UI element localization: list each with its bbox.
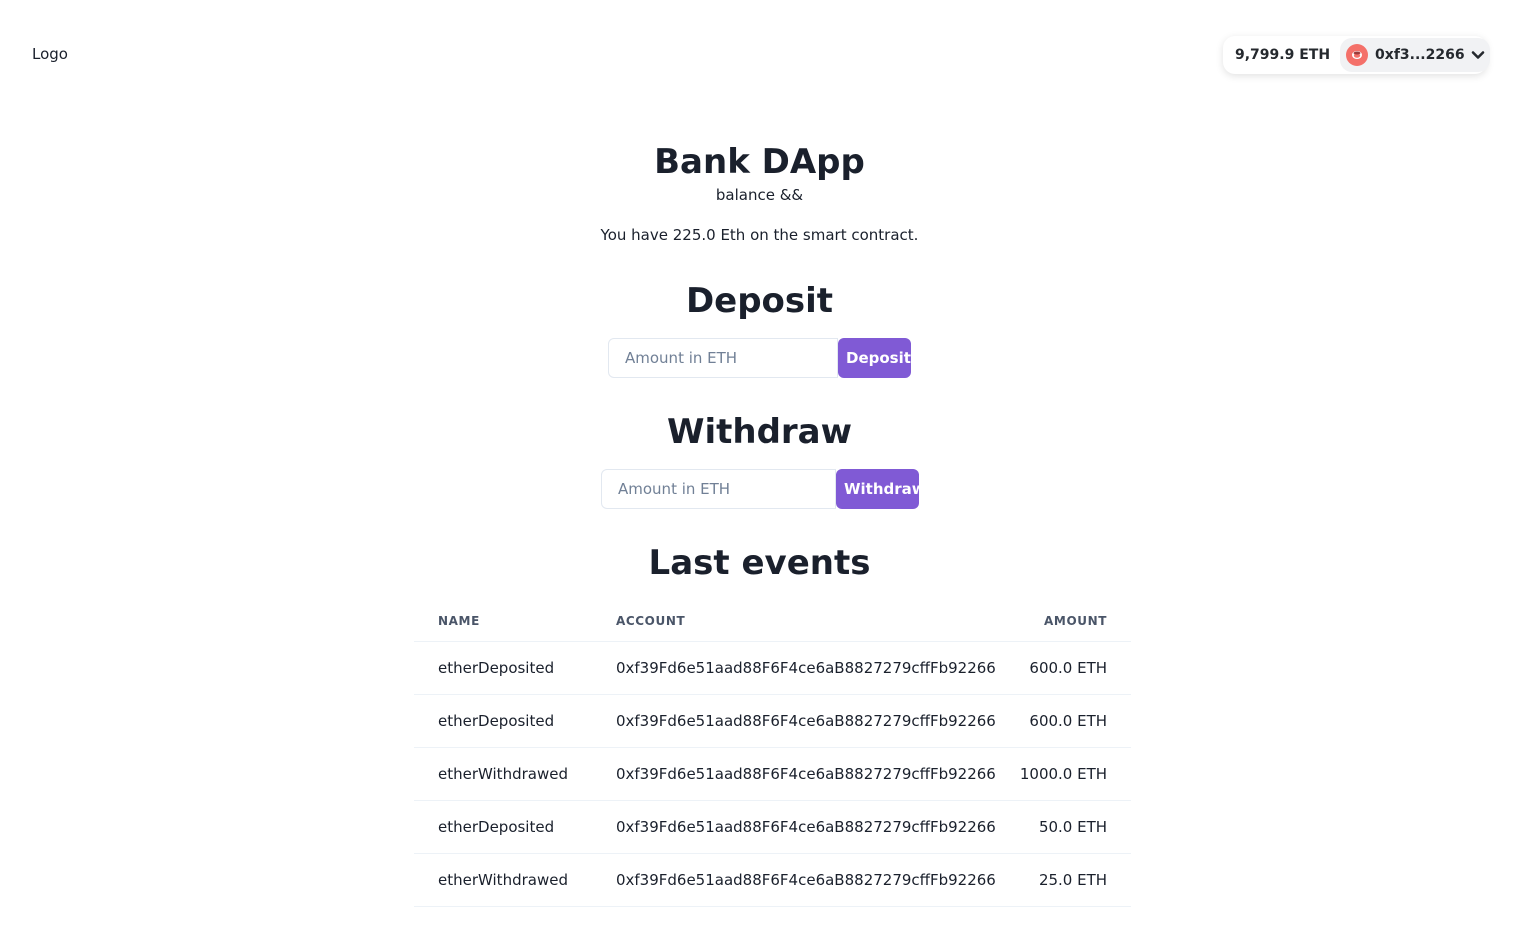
table-header-row: Name Account Amount <box>414 601 1132 642</box>
event-amount: 50.0 ETH <box>995 800 1132 854</box>
wallet-account-button[interactable]: 0xf3...2266 <box>1340 38 1491 72</box>
table-row: etherWithdrawed 0xf39Fd6e51aad88F6F4ce6a… <box>414 853 1132 907</box>
event-name: etherWithdrawed <box>414 747 592 801</box>
event-account: 0xf39Fd6e51aad88F6F4ce6aB8827279cffFb922… <box>591 853 996 907</box>
avatar-glyph <box>1352 51 1363 59</box>
event-name: etherWithdrawed <box>414 853 592 907</box>
chevron-down-icon <box>1471 50 1485 60</box>
withdraw-form: Withdraw <box>601 469 926 509</box>
withdraw-amount-input[interactable] <box>601 469 836 509</box>
event-account: 0xf39Fd6e51aad88F6F4ce6aB8827279cffFb922… <box>591 747 996 801</box>
table-row: etherDeposited 0xf39Fd6e51aad88F6F4ce6aB… <box>414 641 1132 695</box>
event-name: etherDeposited <box>414 800 592 854</box>
wallet-balance[interactable]: 9,799.9 ETH <box>1223 47 1330 63</box>
column-header-amount: Amount <box>995 601 1132 642</box>
event-account: 0xf39Fd6e51aad88F6F4ce6aB8827279cffFb922… <box>591 641 996 695</box>
withdraw-button[interactable]: Withdraw <box>836 469 926 509</box>
table-row: etherWithdrawed 0xf39Fd6e51aad88F6F4ce6a… <box>414 747 1132 801</box>
page-title: Bank DApp <box>654 142 865 182</box>
events-table: Name Account Amount etherDeposited 0xf39… <box>414 601 1132 907</box>
event-amount: 25.0 ETH <box>995 853 1132 907</box>
deposit-button[interactable]: Deposit <box>838 338 911 378</box>
column-header-name: Name <box>414 601 592 642</box>
table-row: etherDeposited 0xf39Fd6e51aad88F6F4ce6aB… <box>414 694 1132 748</box>
event-name: etherDeposited <box>414 641 592 695</box>
event-amount: 600.0 ETH <box>995 641 1132 695</box>
wallet-connect-button[interactable]: 9,799.9 ETH 0xf3...2266 <box>1223 36 1491 74</box>
deposit-heading: Deposit <box>685 281 834 321</box>
page: Logo 9,799.9 ETH 0xf3...2266 Bank DApp b… <box>0 0 1519 939</box>
wallet-avatar-icon <box>1346 44 1369 66</box>
column-header-account: Account <box>591 601 996 642</box>
event-amount: 1000.0 ETH <box>995 747 1132 801</box>
wallet-address: 0xf3...2266 <box>1375 47 1465 63</box>
deposit-form: Deposit <box>608 338 911 378</box>
table-row: etherDeposited 0xf39Fd6e51aad88F6F4ce6aB… <box>414 800 1132 854</box>
event-account: 0xf39Fd6e51aad88F6F4ce6aB8827279cffFb922… <box>591 694 996 748</box>
deposit-amount-input[interactable] <box>608 338 838 378</box>
withdraw-heading: Withdraw <box>666 412 853 452</box>
contract-balance-text: You have 225.0 Eth on the smart contract… <box>600 226 919 244</box>
event-account: 0xf39Fd6e51aad88F6F4ce6aB8827279cffFb922… <box>591 800 996 854</box>
event-amount: 600.0 ETH <box>995 694 1132 748</box>
event-name: etherDeposited <box>414 694 592 748</box>
page-subtitle: balance && <box>715 186 804 204</box>
logo[interactable]: Logo <box>32 45 68 63</box>
events-heading: Last events <box>648 543 871 583</box>
